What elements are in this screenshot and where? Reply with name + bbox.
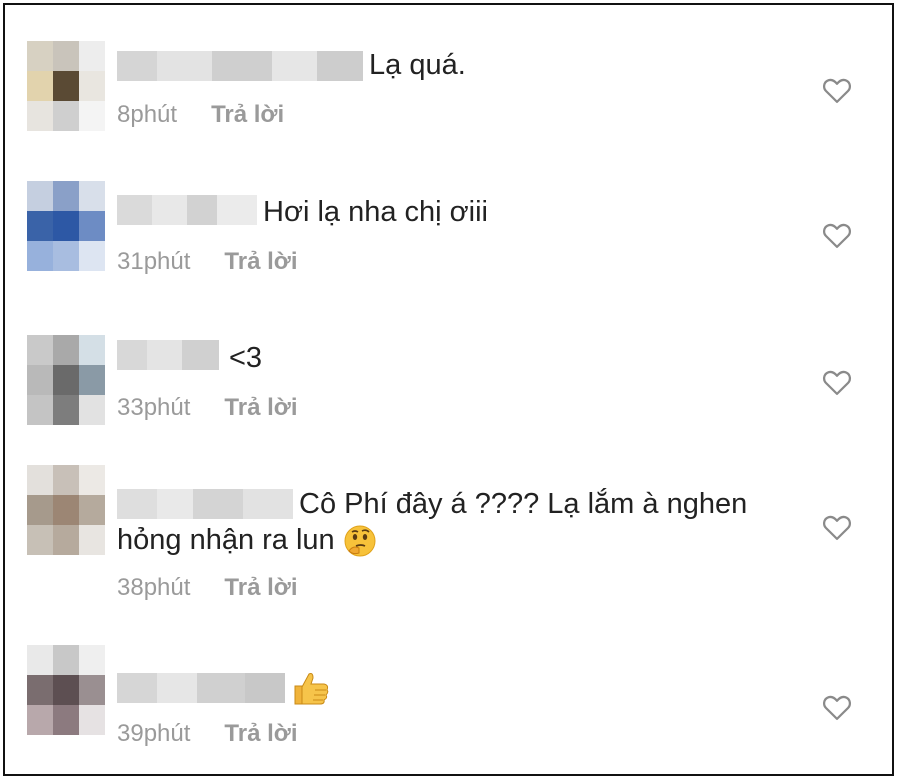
avatar[interactable]	[27, 41, 105, 131]
comment-meta: 38phút Trả lời	[117, 574, 298, 602]
comment-text-line2: hỏng nhận ra lun	[117, 524, 335, 556]
reply-button[interactable]: Trả lời	[224, 394, 297, 421]
heart-icon[interactable]	[822, 76, 852, 104]
avatar[interactable]	[27, 465, 105, 555]
comment-text-continued: hỏng nhận ra lun	[117, 522, 377, 558]
heart-icon[interactable]	[822, 221, 852, 249]
comment-time: 31phút	[117, 248, 191, 275]
username-blurred[interactable]	[117, 489, 293, 519]
reply-button[interactable]: Trả lời	[224, 720, 297, 747]
username-blurred[interactable]	[117, 673, 285, 703]
username-blurred[interactable]	[117, 195, 257, 225]
comment-time: 8phút	[117, 101, 178, 128]
comment-meta: 39phút Trả lời	[117, 720, 298, 748]
comments-panel: Lạ quá. 8phút Trả lời Hơi lạ nha chị ơiii…	[3, 3, 894, 776]
comment-time: 39phút	[117, 720, 191, 747]
thinking-face-icon	[344, 525, 376, 557]
heart-icon[interactable]	[822, 513, 852, 541]
reply-button[interactable]: Trả lời	[224, 574, 297, 601]
comment-time: 33phút	[117, 394, 191, 421]
reply-button[interactable]: Trả lời	[224, 248, 297, 275]
comment-text: Lạ quá.	[369, 49, 466, 81]
avatar[interactable]	[27, 645, 105, 735]
thumbs-up-icon	[294, 673, 329, 705]
reply-button[interactable]: Trả lời	[211, 101, 284, 128]
comment-meta: 31phút Trả lời	[117, 248, 298, 276]
avatar[interactable]	[27, 335, 105, 425]
comment-text: <3	[229, 342, 263, 374]
avatar[interactable]	[27, 181, 105, 271]
username-blurred[interactable]	[117, 51, 363, 81]
comment-text: Cô Phí đây á ???? Lạ lắm à nghen	[299, 488, 748, 520]
heart-icon[interactable]	[822, 693, 852, 721]
comment-meta: 8phút Trả lời	[117, 101, 284, 129]
comment-meta: 33phút Trả lời	[117, 394, 298, 422]
comment-text: Hơi lạ nha chị ơiii	[263, 196, 489, 228]
heart-icon[interactable]	[822, 368, 852, 396]
comment-text	[291, 669, 331, 706]
username-blurred[interactable]	[117, 340, 219, 370]
comment-time: 38phút	[117, 574, 191, 601]
